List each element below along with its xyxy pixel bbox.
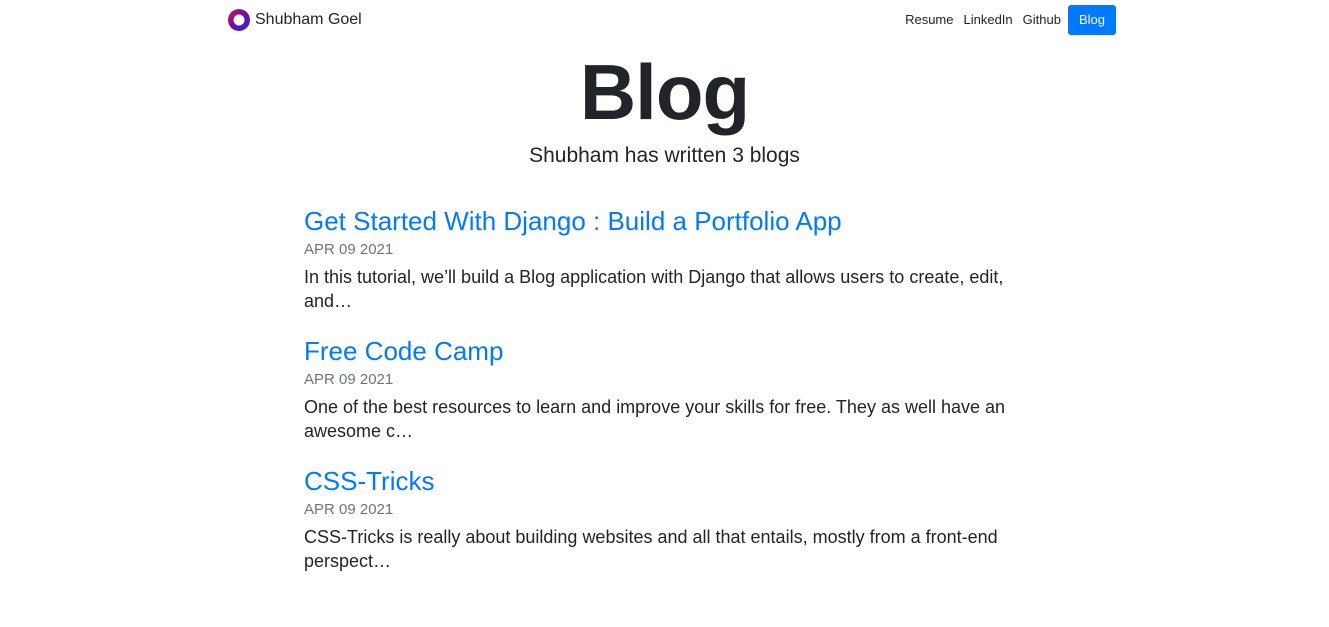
- blog-post-excerpt: In this tutorial, we’ll build a Blog app…: [304, 267, 1004, 311]
- nav-link-resume[interactable]: Resume: [900, 5, 958, 35]
- blog-post-title-link[interactable]: Free Code Camp: [304, 334, 1049, 368]
- brand-name: Shubham Goel: [255, 11, 362, 28]
- blog-post: Get Started With Django : Build a Portfo…: [304, 204, 1049, 313]
- blog-post-excerpt: CSS-Tricks is really about building webs…: [304, 527, 998, 571]
- nav-link-linkedin[interactable]: LinkedIn: [959, 5, 1018, 35]
- nav-link-blog[interactable]: Blog: [1067, 5, 1116, 35]
- ring-logo-icon: [228, 9, 250, 31]
- blog-post-date: APR 09 2021: [304, 501, 394, 518]
- blog-post-date: APR 09 2021: [304, 371, 394, 388]
- brand-link[interactable]: Shubham Goel: [227, 8, 362, 32]
- blog-post: CSS-Tricks APR 09 2021 CSS-Tricks is rea…: [304, 464, 1049, 573]
- blog-post-date: APR 09 2021: [304, 241, 394, 258]
- blog-post-list: Get Started With Django : Build a Portfo…: [304, 204, 1049, 594]
- page-title: Blog: [579, 48, 750, 136]
- nav-links: Resume LinkedIn Github Blog: [900, 5, 1116, 35]
- blog-post-title-link[interactable]: Get Started With Django : Build a Portfo…: [304, 204, 1049, 238]
- blog-post-title-link[interactable]: CSS-Tricks: [304, 464, 1049, 498]
- hero: Blog Shubham has written 3 blogs: [0, 48, 1329, 170]
- navbar: Shubham Goel Resume LinkedIn Github Blog: [0, 0, 1329, 40]
- page-subtitle: Shubham has written 3 blogs: [529, 144, 800, 167]
- nav-link-github[interactable]: Github: [1018, 5, 1066, 35]
- blog-post-excerpt: One of the best resources to learn and i…: [304, 397, 1006, 441]
- blog-post: Free Code Camp APR 09 2021 One of the be…: [304, 334, 1049, 443]
